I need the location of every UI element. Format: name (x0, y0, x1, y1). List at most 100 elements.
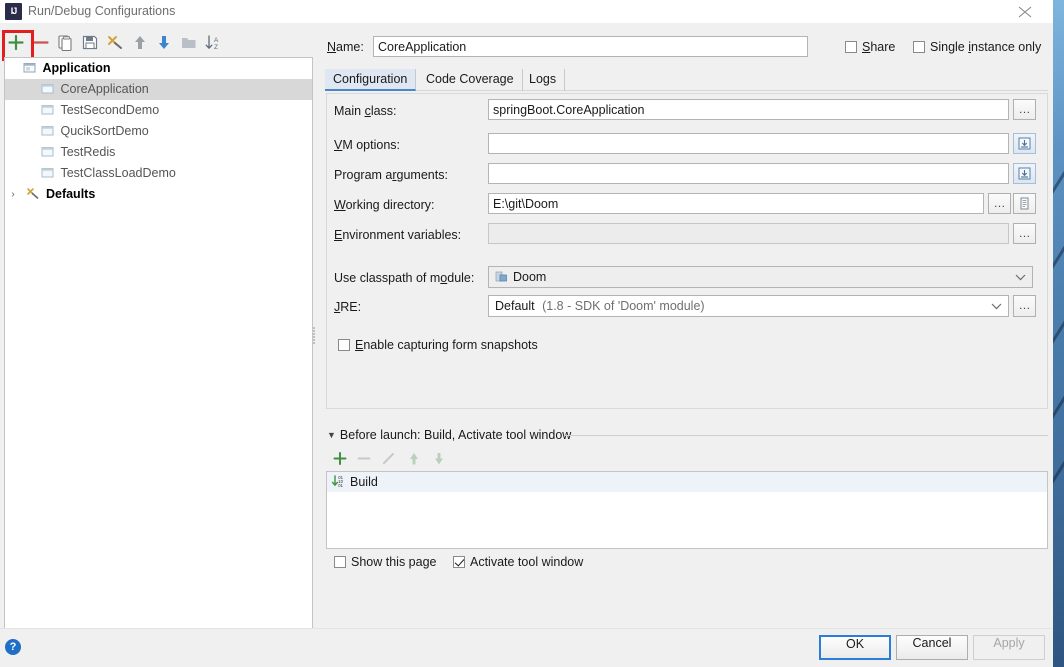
name-label: Name: (327, 40, 364, 54)
classpath-module-label: Use classpath of module: (334, 271, 475, 285)
edit-defaults-wrench-icon[interactable] (104, 32, 126, 53)
footer-divider (0, 628, 1053, 629)
chevron-down-icon[interactable] (991, 296, 1002, 316)
tree-item-testredis[interactable]: TestRedis (5, 142, 312, 163)
jre-browse-button[interactable]: … (1013, 295, 1036, 317)
working-directory-input[interactable] (488, 193, 984, 214)
tree-item-label: TestRedis (60, 145, 116, 159)
task-move-down-button[interactable] (427, 448, 451, 469)
task-row-build[interactable]: 01 10 01 Build (327, 472, 1047, 492)
dialog-title: Run/Debug Configurations (28, 4, 176, 18)
tree-item-testseconddemo[interactable]: TestSecondDemo (5, 100, 312, 121)
configuration-editor-pane: Name: Share Single instance only Configu… (320, 0, 1053, 667)
svg-text:A: A (214, 37, 219, 44)
svg-text:01: 01 (338, 483, 343, 488)
task-move-up-button[interactable] (402, 448, 426, 469)
tree-item-testclassloaddemo[interactable]: TestClassLoadDemo (5, 163, 312, 184)
tab-configuration[interactable]: Configuration (325, 69, 417, 91)
main-class-label: Main class: (334, 104, 397, 118)
svg-text:Z: Z (214, 44, 218, 51)
jre-value-detail: (1.8 - SDK of 'Doom' module) (542, 299, 705, 313)
environment-variables-input[interactable] (488, 223, 1009, 244)
working-directory-macro-button[interactable] (1013, 193, 1036, 214)
main-class-input[interactable] (488, 99, 1009, 120)
share-label: Share (862, 40, 896, 54)
tree-item-quciksortdemo[interactable]: QucikSortDemo (5, 121, 312, 142)
jre-combo[interactable]: Default (1.8 - SDK of 'Doom' module) (488, 295, 1009, 317)
tree-item-coreapplication[interactable]: CoreApplication (5, 79, 312, 100)
move-into-folder-button[interactable] (178, 32, 200, 53)
activate-tool-window-checkbox-box[interactable] (453, 556, 465, 568)
sort-configurations-button[interactable]: A Z (202, 32, 224, 53)
vm-options-label: VM options: (334, 138, 401, 152)
form-snapshots-checkbox-box[interactable] (338, 339, 350, 351)
chevron-right-icon[interactable]: › (5, 184, 21, 205)
show-this-page-checkbox[interactable]: Show this page (334, 555, 436, 569)
classpath-module-value: Doom (513, 270, 547, 284)
environment-variables-label: Environment variables: (334, 228, 462, 242)
before-launch-header[interactable]: ▼ Before launch: Build, Activate tool win… (327, 428, 571, 442)
task-label: Build (350, 475, 378, 489)
single-instance-label: Single instance only (930, 40, 1042, 54)
show-this-page-label: Show this page (351, 555, 437, 569)
share-checkbox-box[interactable] (845, 41, 857, 53)
before-launch-toolbar (328, 448, 528, 470)
panel-splitter[interactable] (311, 326, 316, 348)
activate-tool-window-label: Activate tool window (470, 555, 584, 569)
main-class-browse-button[interactable]: … (1013, 99, 1036, 120)
tab-logs[interactable]: Logs (521, 69, 566, 91)
program-arguments-input[interactable] (488, 163, 1009, 184)
tree-group-defaults[interactable]: › Defaults (5, 184, 312, 205)
before-launch-task-list[interactable]: 01 10 01 Build (326, 471, 1048, 549)
configurations-tree[interactable]: Application CoreApplication TestSecondDe… (4, 57, 313, 629)
apply-button: Apply (973, 635, 1045, 660)
before-launch-title: Before launch: Build, Activate tool wind… (339, 428, 572, 442)
share-checkbox[interactable]: Share (845, 40, 895, 54)
single-instance-checkbox[interactable]: Single instance only (913, 40, 1041, 54)
before-launch-rule (565, 435, 1048, 436)
jre-label: JRE: (334, 300, 362, 314)
show-this-page-checkbox-box[interactable] (334, 556, 346, 568)
program-arguments-label: Program arguments: (334, 168, 448, 182)
tree-item-label: TestSecondDemo (60, 103, 160, 117)
name-input[interactable] (373, 36, 808, 57)
copy-configuration-button[interactable] (54, 32, 76, 53)
edit-task-button[interactable] (377, 448, 401, 469)
form-snapshots-label: Enable capturing form snapshots (355, 338, 538, 352)
desktop-wallpaper-edge (1053, 0, 1064, 667)
move-up-button[interactable] (129, 32, 151, 53)
intellij-idea-icon: IJ (5, 3, 22, 20)
remove-task-button[interactable] (352, 448, 376, 469)
tree-group-application[interactable]: Application (5, 58, 312, 79)
classpath-module-combo[interactable]: Doom (488, 266, 1033, 288)
chevron-down-icon[interactable]: ▼ (327, 430, 336, 440)
environment-variables-browse-button[interactable]: … (1013, 223, 1036, 244)
tab-code-coverage[interactable]: Code Coverage (418, 69, 523, 91)
run-debug-configurations-dialog: IJ Run/Debug Configurations A Z Applicat… (0, 0, 1053, 667)
tree-group-label: Application (42, 61, 111, 75)
configurations-toolbar: A Z (0, 30, 313, 55)
activate-tool-window-checkbox[interactable]: Activate tool window (453, 555, 583, 569)
run-config-icon (39, 121, 57, 142)
add-task-button[interactable] (328, 448, 352, 469)
vm-options-expand-button[interactable] (1013, 133, 1036, 154)
single-instance-checkbox-box[interactable] (913, 41, 925, 53)
ok-button[interactable]: OK (819, 635, 891, 660)
run-config-icon (39, 163, 57, 184)
module-icon (495, 270, 508, 283)
remove-configuration-button[interactable] (30, 32, 52, 53)
form-snapshots-checkbox[interactable]: Enable capturing form snapshots (338, 338, 538, 352)
add-configuration-button[interactable] (5, 32, 27, 53)
cancel-button[interactable]: Cancel (896, 635, 968, 660)
working-directory-browse-button[interactable]: … (988, 193, 1011, 214)
run-config-icon (39, 100, 57, 121)
tree-item-label: CoreApplication (60, 82, 149, 96)
tree-group-label: Defaults (45, 187, 96, 201)
move-down-button[interactable] (153, 32, 175, 53)
save-configuration-button[interactable] (79, 32, 101, 53)
editor-tabs: Configuration Code Coverage Logs (325, 69, 1048, 91)
help-icon[interactable]: ? (5, 639, 21, 655)
program-arguments-expand-button[interactable] (1013, 163, 1036, 184)
chevron-down-icon[interactable] (1015, 267, 1026, 287)
vm-options-input[interactable] (488, 133, 1009, 154)
